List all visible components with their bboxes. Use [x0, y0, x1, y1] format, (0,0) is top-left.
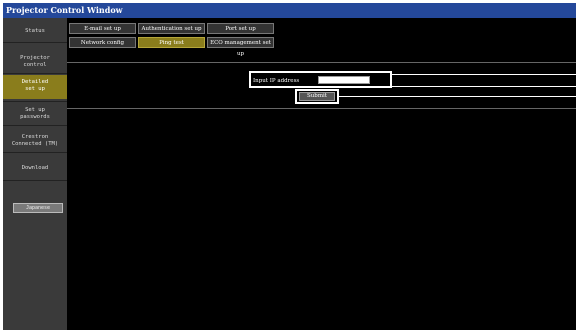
window-title: Projector Control Window — [3, 3, 576, 18]
sidebar-divider — [3, 42, 67, 43]
submit-button[interactable]: Submit — [299, 92, 335, 101]
tab-eco-management-setup[interactable]: ECO management set up — [207, 37, 274, 57]
sidebar-item-detailed-setup[interactable]: Detailed set up — [3, 75, 67, 99]
sidebar-item-download[interactable]: Download — [3, 165, 67, 172]
sidebar-item-projector-control[interactable]: Projector control — [3, 55, 67, 69]
tab-authentication-setup[interactable]: Authentication set up — [138, 23, 205, 34]
sidebar-divider — [3, 101, 67, 102]
tab-email-setup[interactable]: E-mail set up — [69, 23, 136, 34]
divider-top — [67, 62, 576, 63]
ip-address-input[interactable] — [318, 76, 370, 84]
divider-bottom — [67, 108, 576, 109]
sidebar-divider — [3, 125, 67, 126]
sidebar-divider — [3, 152, 67, 153]
sidebar: Status Projector control Detailed set up… — [3, 18, 67, 330]
sidebar-item-set-up-passwords[interactable]: Set up passwords — [3, 107, 67, 121]
tab-port-setup[interactable]: Port set up — [207, 23, 274, 34]
callout-leader-line — [392, 86, 576, 87]
main-panel: E-mail set up Authentication set up Port… — [67, 18, 576, 330]
tab-ping-test[interactable]: Ping test — [138, 37, 205, 48]
callout-leader-line — [339, 96, 576, 97]
ip-address-label: Input IP address — [253, 78, 300, 84]
sidebar-divider — [3, 73, 67, 74]
sidebar-divider — [3, 180, 67, 181]
tab-network-config[interactable]: Network config — [69, 37, 136, 48]
sidebar-item-status[interactable]: Status — [3, 28, 67, 35]
sidebar-item-crestron-connected[interactable]: Crestron Connected (TM) — [3, 134, 67, 148]
callout-leader-line — [392, 74, 576, 75]
japanese-button[interactable]: Japanese — [13, 203, 63, 213]
